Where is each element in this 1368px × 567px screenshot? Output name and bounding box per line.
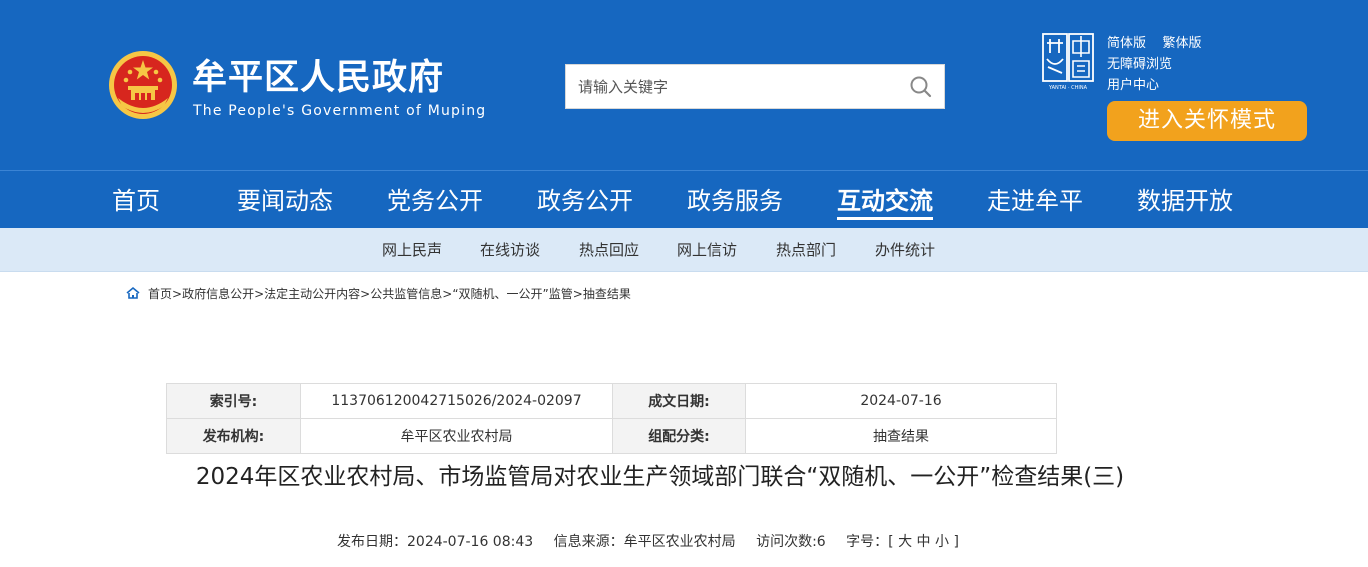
subnav-item-hot-departments[interactable]: 热点部门 xyxy=(776,228,836,272)
breadcrumb-home[interactable]: 首页 xyxy=(148,287,172,301)
traditional-link[interactable]: 繁体版 xyxy=(1163,36,1202,51)
breadcrumb-double-random[interactable]: “双随机、一公开”监管 xyxy=(452,287,572,301)
national-emblem-icon xyxy=(109,51,177,119)
font-size-label: 字号：[ xyxy=(846,534,894,550)
subnav-item-online-petition[interactable]: 网上信访 xyxy=(677,228,737,272)
article-title: 2024年区农业农村局、市场监管局对农业生产领域部门联合“双随机、一公开”检查结… xyxy=(195,464,1125,490)
visit-count: 访问次数:6 xyxy=(756,534,826,550)
font-size-end: ] xyxy=(953,534,959,550)
nav-item-party-affairs[interactable]: 党务公开 xyxy=(387,171,483,228)
simplified-link[interactable]: 简体版 xyxy=(1107,36,1146,51)
nav-item-about-muping[interactable]: 走进牟平 xyxy=(987,171,1083,228)
breadcrumb-gov-info[interactable]: 政府信息公开 xyxy=(182,287,254,301)
index-label: 索引号: xyxy=(166,383,301,419)
breadcrumb: 首页>政府信息公开>法定主动公开内容>公共监管信息>“双随机、一公开”监管>抽查… xyxy=(126,284,631,304)
accessibility-link[interactable]: 无障碍浏览 xyxy=(1107,57,1172,72)
search-input[interactable] xyxy=(566,65,896,108)
subnav-item-online-interview[interactable]: 在线访谈 xyxy=(480,228,540,272)
publish-date: 发布日期：2024-07-16 08:43 xyxy=(337,534,534,550)
org-label: 发布机构: xyxy=(166,418,301,454)
font-medium-button[interactable]: 中 xyxy=(917,534,931,550)
nav-item-gov-services[interactable]: 政务服务 xyxy=(687,171,783,228)
document-info-table: 索引号: 113706120042715026/2024-02097 成文日期:… xyxy=(166,383,1057,454)
subnav-item-online-voice[interactable]: 网上民声 xyxy=(382,228,442,272)
yantai-china-logo: YANTAI · CHINA xyxy=(1042,33,1094,91)
index-value: 113706120042715026/2024-02097 xyxy=(300,383,613,419)
breadcrumb-results[interactable]: 抽查结果 xyxy=(583,287,631,301)
nav-item-open-data[interactable]: 数据开放 xyxy=(1137,171,1233,228)
info-source: 信息来源：牟平区农业农村局 xyxy=(553,534,736,550)
subnav-item-case-stats[interactable]: 办件统计 xyxy=(875,228,935,272)
article-meta: 发布日期：2024-07-16 08:43 信息来源：牟平区农业农村局 访问次数… xyxy=(337,531,959,551)
search-icon[interactable] xyxy=(908,74,934,100)
nav-item-home[interactable]: 首页 xyxy=(112,171,160,228)
date-value: 2024-07-16 xyxy=(745,383,1057,419)
site-header: 牟平区人民政府 The People's Government of Mupin… xyxy=(0,0,1368,170)
table-row: 索引号: 113706120042715026/2024-02097 成文日期:… xyxy=(166,383,1057,419)
sub-nav: 网上民声 在线访谈 热点回应 网上信访 热点部门 办件统计 xyxy=(0,228,1368,272)
search-box xyxy=(565,64,945,109)
top-links: 简体版 繁体版 无障碍浏览 用户中心 xyxy=(1107,33,1202,96)
org-value: 牟平区农业农村局 xyxy=(300,418,613,454)
yantai-caption: YANTAI · CHINA xyxy=(1048,85,1088,91)
date-label: 成文日期: xyxy=(612,383,746,419)
nav-item-gov-affairs[interactable]: 政务公开 xyxy=(537,171,633,228)
font-large-button[interactable]: 大 xyxy=(898,534,912,550)
category-label: 组配分类: xyxy=(612,418,746,454)
nav-item-interaction[interactable]: 互动交流 xyxy=(837,171,933,228)
breadcrumb-statutory[interactable]: 法定主动公开内容 xyxy=(264,287,360,301)
main-nav: 首页 要闻动态 党务公开 政务公开 政务服务 互动交流 走进牟平 数据开放 xyxy=(0,170,1368,228)
font-small-button[interactable]: 小 xyxy=(935,534,949,550)
site-subtitle: The People's Government of Muping xyxy=(193,103,487,119)
nav-item-news[interactable]: 要闻动态 xyxy=(237,171,333,228)
table-row: 发布机构: 牟平区农业农村局 组配分类: 抽查结果 xyxy=(166,418,1057,454)
care-mode-button[interactable]: 进入关怀模式 xyxy=(1107,101,1307,141)
user-center-link[interactable]: 用户中心 xyxy=(1107,78,1159,93)
subnav-item-hot-response[interactable]: 热点回应 xyxy=(579,228,639,272)
category-value: 抽查结果 xyxy=(745,418,1057,454)
site-title: 牟平区人民政府 xyxy=(192,58,445,98)
breadcrumb-public-supervision[interactable]: 公共监管信息 xyxy=(370,287,442,301)
home-icon xyxy=(126,286,140,299)
